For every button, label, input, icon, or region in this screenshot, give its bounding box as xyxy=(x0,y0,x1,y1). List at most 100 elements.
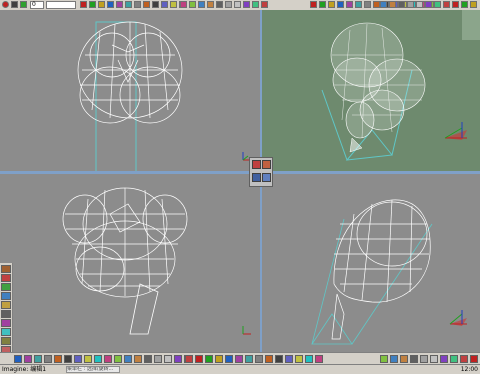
left-tool-icon[interactable] xyxy=(1,274,11,282)
toolbar-tool-icon[interactable] xyxy=(216,1,223,8)
bottom-tool-icon[interactable] xyxy=(34,355,42,363)
bottom-tool-icon[interactable] xyxy=(235,355,243,363)
bottom-tool-icon[interactable] xyxy=(185,355,193,363)
bottom-tool-icon[interactable] xyxy=(54,355,62,363)
bottom-tool-icon[interactable] xyxy=(430,355,438,363)
toolbar-tool-icon[interactable] xyxy=(243,1,250,8)
toolbar-tool-icon[interactable] xyxy=(116,1,123,8)
bottom-tool-icon[interactable] xyxy=(410,355,418,363)
horizontal-splitter[interactable] xyxy=(0,171,480,174)
toolbar-tool-icon[interactable] xyxy=(234,1,241,8)
maximize-viewport-icon[interactable] xyxy=(252,160,261,169)
bottom-tool-icon[interactable] xyxy=(295,355,303,363)
toolbar-tool-icon[interactable] xyxy=(198,1,205,8)
left-tool-icon[interactable] xyxy=(1,292,11,300)
viewport-front[interactable] xyxy=(0,10,260,171)
toolbar-tool-icon[interactable] xyxy=(98,1,105,8)
toolbar-tool-icon[interactable] xyxy=(425,1,432,8)
toolbar-tool-icon[interactable] xyxy=(398,1,405,8)
bottom-tool-icon[interactable] xyxy=(380,355,388,363)
toolbar-tool-icon[interactable] xyxy=(416,1,423,8)
timeline-field[interactable] xyxy=(46,1,76,9)
toolbar-tool-icon[interactable] xyxy=(125,1,132,8)
toolbar-tool-icon[interactable] xyxy=(134,1,141,8)
bottom-tool-icon[interactable] xyxy=(265,355,273,363)
toolbar-tool-icon[interactable] xyxy=(337,1,344,8)
toolbar-tool-icon[interactable] xyxy=(407,1,414,8)
toolbar-tool-icon[interactable] xyxy=(80,1,87,8)
toolbar-tool-icon[interactable] xyxy=(470,1,477,8)
bottom-tool-icon[interactable] xyxy=(450,355,458,363)
bottom-tool-icon[interactable] xyxy=(255,355,263,363)
bottom-tool-icon[interactable] xyxy=(195,355,203,363)
swap-viewport-icon[interactable] xyxy=(262,173,271,182)
bottom-tool-icon[interactable] xyxy=(400,355,408,363)
toolbar-tool-icon[interactable] xyxy=(107,1,114,8)
toolbar-tool-icon[interactable] xyxy=(319,1,326,8)
bottom-tool-icon[interactable] xyxy=(64,355,72,363)
viewport-perspective[interactable] xyxy=(262,10,480,171)
toolbar-tool-icon[interactable] xyxy=(207,1,214,8)
toolbar-tool-icon[interactable] xyxy=(380,1,387,8)
bottom-tool-icon[interactable] xyxy=(215,355,223,363)
bottom-tool-icon[interactable] xyxy=(225,355,233,363)
toolbar-tool-icon[interactable] xyxy=(346,1,353,8)
frame-field[interactable]: 0 xyxy=(30,1,44,9)
bottom-tool-icon[interactable] xyxy=(275,355,283,363)
record-button[interactable] xyxy=(2,1,9,8)
bottom-tool-icon[interactable] xyxy=(44,355,52,363)
bottom-tool-icon[interactable] xyxy=(114,355,122,363)
bottom-tool-icon[interactable] xyxy=(315,355,323,363)
toolbar-tool-icon[interactable] xyxy=(189,1,196,8)
bottom-tool-icon[interactable] xyxy=(24,355,32,363)
toolbar-tool-icon[interactable] xyxy=(364,1,371,8)
bottom-tool-icon[interactable] xyxy=(164,355,172,363)
bottom-tool-icon[interactable] xyxy=(124,355,132,363)
toolbar-tool-icon[interactable] xyxy=(355,1,362,8)
toolbar-tool-icon[interactable] xyxy=(143,1,150,8)
bottom-tool-icon[interactable] xyxy=(305,355,313,363)
bottom-tool-icon[interactable] xyxy=(174,355,182,363)
toolbar-tool-icon[interactable] xyxy=(170,1,177,8)
stop-button[interactable] xyxy=(11,1,18,8)
bottom-tool-icon[interactable] xyxy=(144,355,152,363)
bottom-tool-icon[interactable] xyxy=(285,355,293,363)
left-tool-icon[interactable] xyxy=(1,301,11,309)
bottom-tool-icon[interactable] xyxy=(390,355,398,363)
bottom-tool-icon[interactable] xyxy=(440,355,448,363)
toolbar-tool-icon[interactable] xyxy=(452,1,459,8)
bottom-tool-icon[interactable] xyxy=(245,355,253,363)
bottom-tool-icon[interactable] xyxy=(74,355,82,363)
viewport-top[interactable] xyxy=(0,174,260,352)
viewport-side[interactable] xyxy=(262,174,480,352)
bottom-tool-icon[interactable] xyxy=(94,355,102,363)
left-tool-icon[interactable] xyxy=(1,319,11,327)
toolbar-tool-icon[interactable] xyxy=(225,1,232,8)
bottom-tool-icon[interactable] xyxy=(460,355,468,363)
toolbar-tool-icon[interactable] xyxy=(328,1,335,8)
toolbar-tool-icon[interactable] xyxy=(443,1,450,8)
toolbar-tool-icon[interactable] xyxy=(310,1,317,8)
layout-viewport-icon[interactable] xyxy=(252,173,261,182)
toolbar-tool-icon[interactable] xyxy=(161,1,168,8)
left-tool-icon[interactable] xyxy=(1,337,11,345)
bottom-tool-icon[interactable] xyxy=(84,355,92,363)
bottom-tool-icon[interactable] xyxy=(470,355,478,363)
toolbar-tool-icon[interactable] xyxy=(434,1,441,8)
play-button[interactable] xyxy=(20,1,27,8)
toolbar-tool-icon[interactable] xyxy=(261,1,268,8)
bottom-tool-icon[interactable] xyxy=(205,355,213,363)
toolbar-tool-icon[interactable] xyxy=(89,1,96,8)
bottom-tool-icon[interactable] xyxy=(104,355,112,363)
toolbar-tool-icon[interactable] xyxy=(252,1,259,8)
bottom-tool-icon[interactable] xyxy=(420,355,428,363)
left-tool-icon[interactable] xyxy=(1,265,11,273)
left-tool-icon[interactable] xyxy=(1,328,11,336)
toolbar-tool-icon[interactable] xyxy=(152,1,159,8)
bottom-tool-icon[interactable] xyxy=(134,355,142,363)
toolbar-tool-icon[interactable] xyxy=(389,1,396,8)
toolbar-tool-icon[interactable] xyxy=(373,1,380,8)
render-viewport-icon[interactable] xyxy=(262,160,271,169)
bottom-tool-icon[interactable] xyxy=(154,355,162,363)
toolbar-tool-icon[interactable] xyxy=(461,1,468,8)
